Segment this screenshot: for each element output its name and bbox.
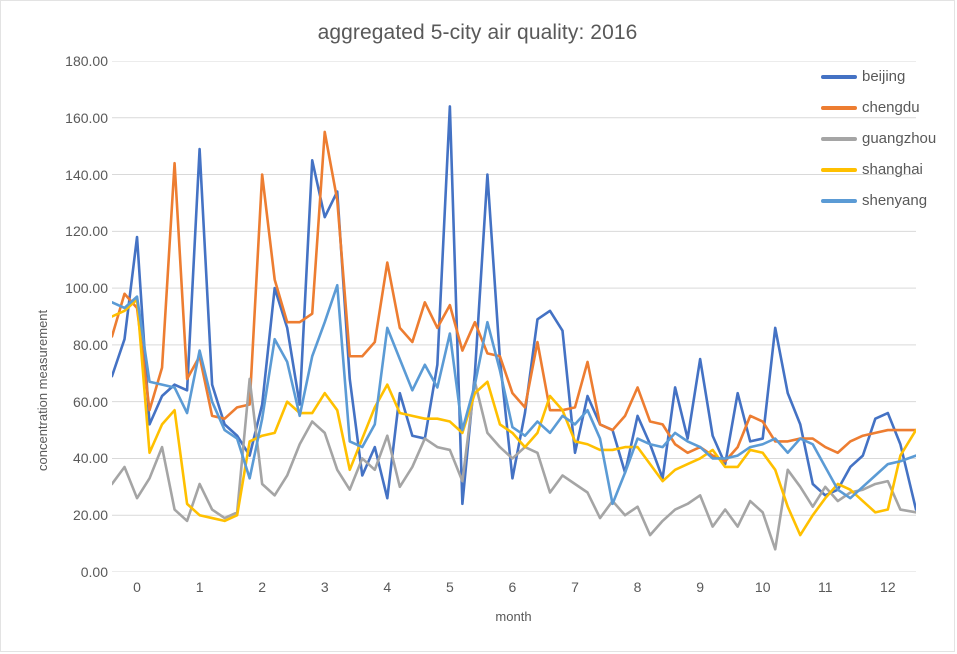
chart-title: aggregated 5-city air quality: 2016 <box>317 21 638 44</box>
series-line-beijing <box>112 105 916 511</box>
legend-swatch-icon <box>821 74 857 79</box>
x-axis-tick: 5 <box>445 579 454 595</box>
legend-swatch-icon <box>821 136 857 141</box>
x-axis-tick: 11 <box>817 579 833 595</box>
legend-item-shenyang[interactable]: shenyang <box>821 185 956 216</box>
x-axis-tick: 10 <box>754 579 771 595</box>
x-axis-tick: 4 <box>383 579 392 595</box>
legend-item-shanghai[interactable]: shanghai <box>821 154 956 185</box>
legend-label: shenyang <box>862 192 928 209</box>
x-axis-tick: 2 <box>258 579 267 595</box>
plot-area <box>112 61 916 572</box>
gridlines <box>112 61 916 572</box>
legend-label: beijing <box>862 68 906 85</box>
series-line-shanghai <box>112 298 916 537</box>
x-axis-title: month <box>495 609 532 624</box>
x-axis-tick: 7 <box>571 579 579 595</box>
x-axis-tick: 3 <box>320 579 329 595</box>
x-axis-tick: 8 <box>633 579 642 595</box>
y-axis-tick: 80.00 <box>72 336 108 353</box>
y-axis-tick: 20.00 <box>72 507 108 524</box>
y-axis-tick: 0.00 <box>80 564 108 580</box>
legend-swatch-icon <box>821 167 857 172</box>
legend-label: chengdu <box>862 99 920 116</box>
legend-item-beijing[interactable]: beijing <box>821 61 956 92</box>
y-axis-tick-labels: 0.00 20.00 40.00 60.00 80.00 100.00 120.00 140.… <box>21 1 108 653</box>
y-axis-tick: 140.00 <box>65 166 108 183</box>
legend: beijing chengdu guangzhou shanghai shenyang <box>821 61 956 216</box>
y-axis-tick: 160.00 <box>65 109 108 126</box>
legend-label: shanghai <box>862 161 923 178</box>
series-lines <box>112 105 916 551</box>
legend-item-guangzhou[interactable]: guangzhou <box>821 123 956 154</box>
y-axis-tick: 40.00 <box>72 450 108 467</box>
legend-swatch-icon <box>821 198 857 203</box>
x-axis-tick: 6 <box>508 579 517 595</box>
x-axis-tick: 12 <box>880 579 896 595</box>
y-axis-tick: 120.00 <box>65 223 108 240</box>
x-axis-tick: 1 <box>195 579 204 595</box>
legend-label: guangzhou <box>862 130 937 147</box>
x-axis-tick: 0 <box>133 579 141 595</box>
plot-svg <box>112 61 916 572</box>
x-axis-tick: 9 <box>696 579 705 595</box>
y-axis-tick: 180.00 <box>65 53 108 69</box>
chart-container: aggregated 5-city air quality: 2016 conc… <box>0 0 955 652</box>
legend-item-chengdu[interactable]: chengdu <box>821 92 956 123</box>
legend-swatch-icon <box>821 105 857 110</box>
y-axis-tick: 100.00 <box>65 280 108 297</box>
y-axis-tick: 60.00 <box>72 393 108 410</box>
